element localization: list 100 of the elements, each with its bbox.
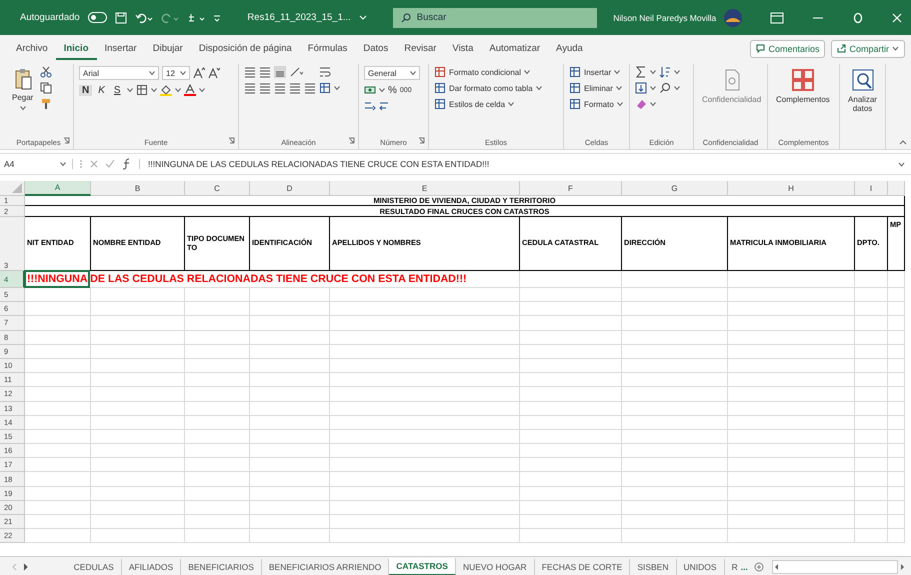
table-cell[interactable] xyxy=(622,330,728,345)
table-cell[interactable] xyxy=(185,430,250,444)
table-cell[interactable] xyxy=(520,344,622,359)
table-cell[interactable] xyxy=(622,500,728,515)
align-bottom-icon[interactable] xyxy=(274,66,286,78)
increase-decimal-icon[interactable] xyxy=(364,100,376,112)
table-cell[interactable] xyxy=(25,373,91,388)
table-cell[interactable] xyxy=(855,288,888,302)
menu-tab[interactable]: Automatizar xyxy=(481,38,548,60)
align-top-icon[interactable] xyxy=(244,66,256,78)
table-cell[interactable] xyxy=(91,458,185,472)
table-cell[interactable] xyxy=(888,515,905,530)
table-cell[interactable] xyxy=(25,402,91,416)
table-cell[interactable] xyxy=(330,430,520,444)
table-cell[interactable] xyxy=(91,330,185,345)
table-cell[interactable] xyxy=(622,416,728,430)
table-cell[interactable] xyxy=(888,529,905,544)
table-cell[interactable] xyxy=(520,288,622,302)
table-cell[interactable] xyxy=(520,373,622,388)
menu-tab[interactable]: Dibujar xyxy=(144,38,191,60)
table-cell[interactable] xyxy=(91,358,185,374)
table-cell[interactable] xyxy=(25,458,91,472)
table-cell[interactable] xyxy=(728,416,855,430)
table-cell[interactable] xyxy=(185,344,250,359)
table-cell[interactable] xyxy=(728,458,855,472)
menu-tab[interactable]: Ayuda xyxy=(548,38,591,60)
table-cell[interactable] xyxy=(91,373,185,388)
menu-tab[interactable]: Fórmulas xyxy=(300,38,356,60)
orientation-icon[interactable] xyxy=(289,66,303,78)
cancel-icon[interactable] xyxy=(89,159,99,169)
table-cell[interactable] xyxy=(91,529,185,544)
table-cell[interactable] xyxy=(728,358,855,374)
table-cell[interactable] xyxy=(91,472,185,487)
column-header[interactable]: A xyxy=(25,181,91,196)
redo-icon[interactable] xyxy=(161,12,180,24)
table-cell[interactable] xyxy=(888,500,905,515)
table-cell[interactable] xyxy=(888,316,905,331)
paste-button[interactable]: Pegar xyxy=(9,66,36,113)
format-painter-icon[interactable] xyxy=(40,98,52,110)
table-cell[interactable] xyxy=(185,416,250,430)
table-cell[interactable] xyxy=(728,430,855,444)
table-cell[interactable] xyxy=(250,500,330,515)
table-cell[interactable] xyxy=(728,515,855,530)
table-cell[interactable] xyxy=(25,500,91,515)
table-cell[interactable] xyxy=(855,486,888,501)
table-cell[interactable] xyxy=(622,373,728,388)
table-cell[interactable] xyxy=(250,529,330,544)
sheet-tab[interactable]: R xyxy=(724,558,741,574)
table-cell[interactable] xyxy=(520,316,622,331)
percent-button[interactable]: % xyxy=(388,84,397,96)
grow-font-icon[interactable] xyxy=(193,67,205,79)
table-cell[interactable] xyxy=(91,402,185,416)
table-cell[interactable] xyxy=(888,458,905,472)
table-cell[interactable] xyxy=(91,416,185,430)
shrink-font-icon[interactable] xyxy=(208,67,220,79)
table-cell[interactable] xyxy=(855,515,888,530)
table-cell[interactable] xyxy=(728,373,855,388)
table-cell[interactable] xyxy=(855,472,888,487)
table-cell[interactable] xyxy=(622,430,728,444)
close-icon[interactable] xyxy=(891,12,903,24)
sheet-tab[interactable]: CEDULAS xyxy=(66,558,122,574)
search-icon[interactable] xyxy=(659,82,671,94)
table-cell[interactable] xyxy=(855,387,888,402)
menu-tab[interactable]: Datos xyxy=(355,38,396,60)
table-cell[interactable] xyxy=(330,358,520,374)
table-cell[interactable] xyxy=(622,486,728,501)
table-cell[interactable] xyxy=(185,402,250,416)
name-box[interactable]: A4 xyxy=(4,159,73,169)
column-header[interactable]: D xyxy=(250,181,330,196)
table-cell[interactable] xyxy=(330,515,520,530)
table-cell[interactable] xyxy=(91,486,185,501)
grid-icon[interactable] xyxy=(569,98,581,110)
table-cell[interactable] xyxy=(250,373,330,388)
column-header[interactable]: B xyxy=(91,181,185,196)
table-cell[interactable] xyxy=(25,515,91,530)
table-cell[interactable] xyxy=(185,472,250,487)
column-header[interactable]: I xyxy=(855,181,888,196)
sheet-tab[interactable]: AFILIADOS xyxy=(122,558,182,574)
table-cell[interactable] xyxy=(330,344,520,359)
column-header[interactable] xyxy=(888,181,905,196)
table-cell[interactable] xyxy=(888,330,905,345)
sum-icon[interactable] xyxy=(635,66,647,78)
table-cell[interactable] xyxy=(185,458,250,472)
table-cell[interactable] xyxy=(91,302,185,316)
table-cell[interactable] xyxy=(855,529,888,544)
font-size-field[interactable]: 12 xyxy=(162,66,190,80)
wrap-text-icon[interactable] xyxy=(319,66,331,78)
table-cell[interactable] xyxy=(888,472,905,487)
table-cell[interactable] xyxy=(185,302,250,316)
table-cell[interactable] xyxy=(728,316,855,331)
table-cell[interactable] xyxy=(855,271,888,288)
delete-button[interactable]: Eliminar xyxy=(569,82,623,94)
menu-tab[interactable]: Archivo xyxy=(8,38,56,60)
table-cell[interactable] xyxy=(888,402,905,416)
table-cell[interactable] xyxy=(250,387,330,402)
table-cell[interactable] xyxy=(888,486,905,501)
sheet-tab[interactable]: NUEVO HOGAR xyxy=(456,558,535,574)
menu-tab[interactable]: Insertar xyxy=(96,38,145,60)
dialog-launcher-icon[interactable] xyxy=(348,137,355,144)
table-cell[interactable] xyxy=(728,288,855,302)
